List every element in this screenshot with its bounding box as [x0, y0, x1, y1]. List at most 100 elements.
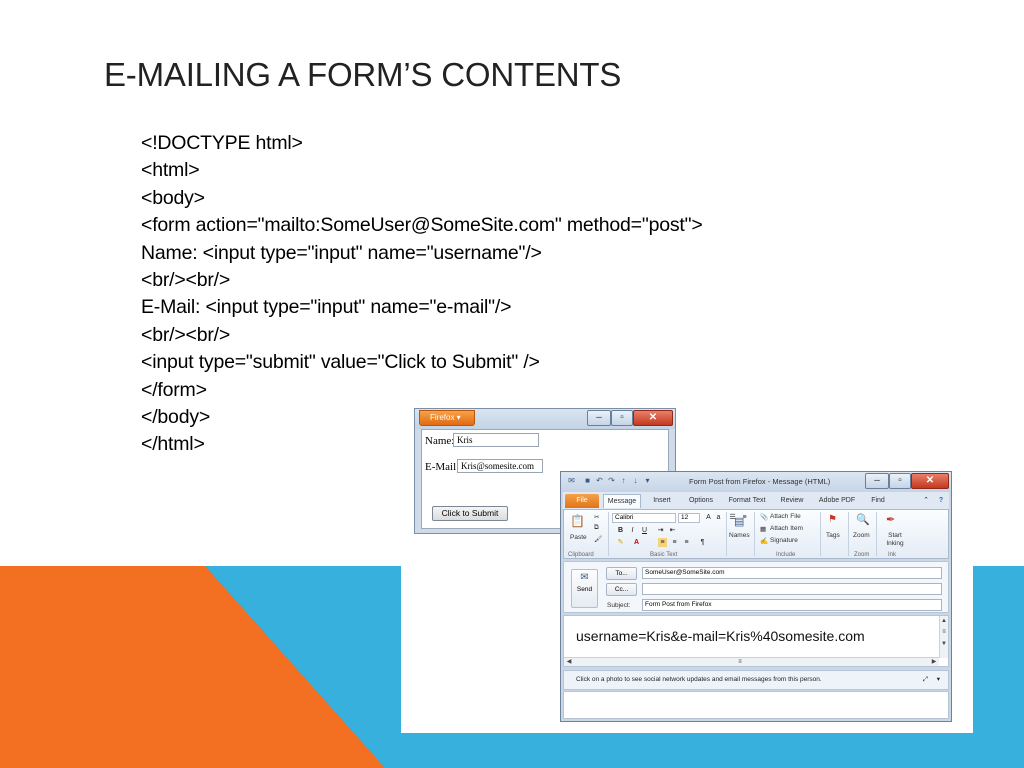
pen-icon[interactable]: ✒: [886, 513, 895, 526]
paste-button[interactable]: Paste: [570, 534, 587, 541]
italic-icon[interactable]: I: [628, 526, 637, 535]
font-name-box[interactable]: Calibri: [612, 513, 676, 523]
font-color-icon[interactable]: A: [632, 538, 641, 547]
undo-icon[interactable]: ↶: [595, 476, 604, 486]
to-button[interactable]: To...: [606, 567, 637, 580]
scroll-right-icon[interactable]: ▶: [930, 658, 938, 666]
down-arrow-icon[interactable]: ↓: [631, 476, 640, 486]
bold-icon[interactable]: B: [616, 526, 625, 535]
cut-icon[interactable]: ✂: [594, 513, 599, 521]
help-icon[interactable]: ?: [935, 494, 947, 508]
message-body[interactable]: username=Kris&e-mail=Kris%40somesite.com…: [563, 615, 949, 667]
tab-format-text[interactable]: Format Text: [725, 494, 769, 508]
message-header: ✉ Send To... SomeUser@SomeSite.com Cc...…: [563, 561, 949, 613]
paste-icon[interactable]: 📋: [570, 514, 585, 528]
zoom-icon[interactable]: 🔍: [856, 513, 870, 526]
start-inking-button[interactable]: Start Inking: [880, 532, 910, 548]
vertical-scrollbar[interactable]: ▲ ≡ ▼: [939, 616, 948, 658]
close-icon[interactable]: ✕: [633, 410, 673, 426]
name-input[interactable]: Kris: [453, 433, 539, 447]
scroll-up-icon[interactable]: ▲: [940, 617, 948, 625]
collapse-ribbon-icon[interactable]: ⌃: [921, 494, 931, 508]
code-line: <!DOCTYPE html>: [141, 132, 303, 154]
signature-button[interactable]: Signature: [770, 537, 798, 544]
align-left-icon[interactable]: ≡: [658, 538, 667, 547]
indent-icon[interactable]: ⇥: [656, 526, 665, 535]
ribbon-tabs: File Message Insert Options Format Text …: [563, 492, 949, 509]
attach-file-icon[interactable]: 📎: [760, 513, 768, 521]
address-book-icon[interactable]: ▤: [734, 515, 744, 528]
firefox-menu-label: Firefox: [430, 413, 455, 422]
zoom-button[interactable]: Zoom: [853, 532, 870, 539]
email-input[interactable]: Kris@somesite.com: [457, 459, 543, 473]
slide-title: E-MAILING A FORM’S CONTENTS: [104, 56, 622, 93]
people-pane-bar[interactable]: Click on a photo to see social network u…: [563, 670, 949, 690]
redo-icon[interactable]: ↷: [607, 476, 616, 486]
tab-options[interactable]: Options: [683, 494, 719, 508]
chevron-down-icon[interactable]: ▾: [937, 671, 940, 689]
tab-file[interactable]: File: [565, 494, 599, 508]
tab-find[interactable]: Find: [865, 494, 891, 508]
font-size-box[interactable]: 12: [678, 513, 700, 523]
attach-item-button[interactable]: Attach Item: [770, 525, 803, 532]
grow-font-icon[interactable]: A: [704, 513, 713, 522]
tab-insert[interactable]: Insert: [647, 494, 677, 508]
outlook-message-window: ✉ ■ ↶ ↷ ↑ ↓ ▾ Form Post from Firefox - M…: [560, 471, 952, 722]
code-line: <body>: [141, 186, 205, 209]
subject-field[interactable]: Form Post from Firefox: [642, 599, 942, 611]
submit-button[interactable]: Click to Submit: [432, 506, 508, 521]
group-basic-text: Basic Text: [650, 552, 678, 558]
firefox-menu-button[interactable]: Firefox ▾: [419, 410, 475, 426]
outlook-window-title: Form Post from Firefox - Message (HTML): [689, 477, 831, 486]
horizontal-scrollbar[interactable]: ◀ ≡ ▶: [564, 657, 939, 666]
maximize-icon[interactable]: ▫: [611, 410, 633, 426]
expand-icon[interactable]: ⤢: [923, 671, 928, 689]
align-center-icon[interactable]: ≡: [670, 538, 679, 547]
highlight-icon[interactable]: ✎: [616, 538, 625, 547]
attach-file-button[interactable]: Attach File: [770, 513, 801, 520]
scroll-left-icon[interactable]: ◀: [565, 658, 573, 666]
scroll-thumb-icon[interactable]: ≡: [940, 628, 948, 636]
send-icon: ✉: [580, 572, 589, 583]
format-painter-icon[interactable]: 🖌: [594, 535, 602, 543]
tab-review[interactable]: Review: [775, 494, 809, 508]
tab-message[interactable]: Message: [603, 494, 641, 508]
customize-icon[interactable]: ▾: [643, 476, 652, 486]
tags-button[interactable]: Tags: [826, 532, 840, 539]
minimize-icon[interactable]: –: [865, 473, 889, 489]
underline-icon[interactable]: U: [640, 526, 649, 535]
up-arrow-icon[interactable]: ↑: [619, 476, 628, 486]
flag-icon[interactable]: ⚑: [828, 514, 837, 525]
close-icon[interactable]: ✕: [911, 473, 949, 489]
copy-icon[interactable]: ⧉: [594, 524, 599, 532]
group-divider: [820, 512, 821, 556]
cc-button[interactable]: Cc...: [606, 583, 637, 596]
group-include: Include: [776, 552, 796, 558]
tab-adobe-pdf[interactable]: Adobe PDF: [815, 494, 859, 508]
outlook-titlebar: ✉ ■ ↶ ↷ ↑ ↓ ▾ Form Post from Firefox - M…: [561, 472, 951, 492]
to-field[interactable]: SomeUser@SomeSite.com: [642, 567, 942, 579]
shrink-font-icon[interactable]: a: [714, 513, 723, 522]
align-right-icon[interactable]: ≡: [682, 538, 691, 547]
people-pane-text: Click on a photo to see social network u…: [576, 676, 822, 683]
group-ink: Ink: [888, 552, 897, 558]
code-line: <html>: [141, 159, 200, 182]
names-button[interactable]: Names: [729, 532, 750, 539]
code-line: <form action="mailto:SomeUser@SomeSite.c…: [141, 214, 703, 237]
outdent-icon[interactable]: ⇤: [668, 526, 677, 535]
save-icon[interactable]: ■: [583, 476, 592, 486]
maximize-icon[interactable]: ▫: [889, 473, 911, 489]
send-label: Send: [576, 586, 593, 593]
scroll-down-icon[interactable]: ▼: [940, 640, 948, 648]
group-clipboard: Clipboard: [568, 552, 594, 558]
signature-icon[interactable]: ✍: [760, 537, 768, 545]
attach-item-icon[interactable]: ▦: [760, 525, 766, 533]
h-scroll-thumb-icon[interactable]: ≡: [736, 658, 744, 666]
ribbon: 📋 Paste ✂ ⧉ 🖌 Clipboard Calibri 12 A a ☰…: [563, 509, 949, 559]
styles-icon[interactable]: ¶: [698, 538, 707, 547]
cc-field[interactable]: [642, 583, 942, 595]
send-button[interactable]: ✉ Send: [571, 569, 598, 608]
minimize-icon[interactable]: –: [587, 410, 611, 426]
code-line: <input type="submit" value="Click to Sub…: [141, 351, 540, 374]
people-pane: [563, 691, 949, 719]
